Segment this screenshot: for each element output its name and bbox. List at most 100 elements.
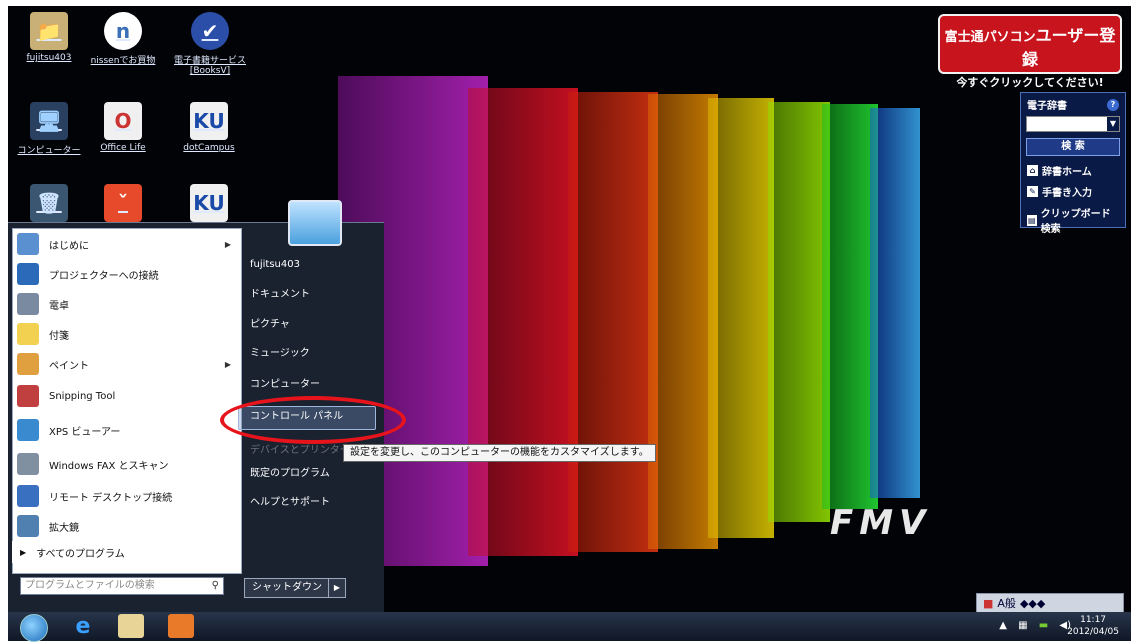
dictionary-item-label: 手書き入力 bbox=[1042, 188, 1092, 199]
books-service-icon: ✔ bbox=[191, 12, 229, 50]
folder-icon: 📁 bbox=[30, 12, 68, 50]
clipboard-search-link[interactable]: ▤ クリップボード検索 bbox=[1021, 202, 1125, 238]
program-item-xps-viewer[interactable]: XPS ビューアー bbox=[13, 415, 241, 445]
program-item-remote-desktop[interactable]: リモート デスクトップ接続 bbox=[13, 481, 241, 511]
desktop-icon-office-life[interactable]: O Office Life bbox=[88, 102, 158, 153]
power-icon[interactable]: ▬ bbox=[1039, 620, 1048, 631]
computer-icon: 🖥 bbox=[30, 102, 68, 140]
paint-icon bbox=[17, 353, 39, 375]
program-label: ペイント bbox=[49, 360, 89, 372]
notification-arrow-icon[interactable]: ▲ bbox=[999, 620, 1007, 631]
banner-main: ユーザー登録 bbox=[1021, 26, 1116, 69]
recycle-bin-icon: 🗑 bbox=[30, 184, 68, 222]
shutdown-options-arrow[interactable]: ▶ bbox=[328, 578, 346, 598]
desktop-icon-label: nissenでお買物 bbox=[90, 56, 156, 66]
chevron-down-icon[interactable]: ▼ bbox=[1107, 117, 1119, 131]
program-label: プロジェクターへの接続 bbox=[49, 270, 159, 282]
dictionary-home-link[interactable]: ⌂ 辞書ホーム bbox=[1021, 160, 1125, 181]
magnifier-icon bbox=[17, 515, 39, 537]
program-item-magnifier[interactable]: 拡大鏡 bbox=[13, 511, 241, 541]
taskbar: e ▲ ▦ ▬ ◀) 11:17 2012/04/05 bbox=[8, 612, 1131, 642]
pen-icon: ✎ bbox=[1027, 186, 1038, 197]
home-icon: ⌂ bbox=[1027, 165, 1038, 176]
system-tray: ▲ ▦ ▬ ◀) bbox=[999, 620, 1071, 631]
program-item-projector[interactable]: プロジェクターへの接続 bbox=[13, 259, 241, 289]
program-item-getting-started[interactable]: はじめに ▶ bbox=[13, 229, 241, 259]
glass-panel bbox=[468, 88, 578, 556]
glass-panel bbox=[870, 108, 920, 498]
ime-icon[interactable]: ■ bbox=[983, 597, 993, 610]
banner-line1: 富士通パソコンユーザー登録 bbox=[940, 22, 1120, 70]
calculator-icon bbox=[17, 293, 39, 315]
start-item-help-support[interactable]: ヘルプとサポート bbox=[250, 492, 370, 514]
internet-explorer-icon[interactable]: e bbox=[70, 614, 96, 639]
program-label: Snipping Tool bbox=[49, 390, 116, 402]
submenu-arrow-icon[interactable]: ▶ bbox=[225, 360, 231, 369]
desktop-icon-recycle-bin[interactable]: 🗑 bbox=[14, 184, 84, 225]
glass-panel bbox=[768, 102, 830, 522]
file-explorer-icon[interactable] bbox=[118, 614, 144, 638]
dictionary-title-text: 電子辞書 bbox=[1027, 101, 1067, 112]
taskbar-clock[interactable]: 11:17 2012/04/05 bbox=[1067, 614, 1119, 638]
user-picture-tile[interactable] bbox=[288, 200, 342, 246]
input-mode-label[interactable]: A般 bbox=[997, 595, 1016, 611]
dictionary-input[interactable]: ▼ bbox=[1026, 116, 1120, 132]
media-player-icon[interactable] bbox=[168, 614, 194, 638]
program-item-windows-fax[interactable]: Windows FAX とスキャン bbox=[13, 449, 241, 479]
handwriting-input-link[interactable]: ✎ 手書き入力 bbox=[1021, 181, 1125, 202]
all-programs-label: すべてのプログラム bbox=[36, 548, 125, 560]
office-life-icon: O bbox=[104, 102, 142, 140]
highlight-ellipse bbox=[220, 396, 406, 444]
remote-desktop-icon bbox=[17, 485, 39, 507]
program-item-calculator[interactable]: 電卓 bbox=[13, 289, 241, 319]
banner-line2: 今すぐクリックしてください! bbox=[956, 76, 1104, 89]
start-item-user-folder[interactable]: fujitsu403 bbox=[250, 254, 370, 276]
desktop-icon-computer[interactable]: 🖥 コンピューター bbox=[14, 102, 84, 156]
clock-date: 2012/04/05 bbox=[1067, 627, 1119, 637]
projector-icon bbox=[17, 263, 39, 285]
desktop-icon-user-folder[interactable]: 📁 fujitsu403 bbox=[14, 12, 84, 63]
ku-icon: KU bbox=[190, 184, 228, 222]
search-placeholder: プログラムとファイルの検索 bbox=[25, 580, 155, 591]
dictionary-search-button[interactable]: 検 索 bbox=[1026, 138, 1120, 156]
program-item-paint[interactable]: ペイント ▶ bbox=[13, 349, 241, 379]
desktop-icon-label: Office Life bbox=[100, 143, 146, 153]
ime-tools-icon[interactable]: ◆◆◆ bbox=[1020, 597, 1045, 610]
network-icon[interactable]: ▦ bbox=[1018, 620, 1027, 631]
desktop-icon-dotcampus[interactable]: KU dotCampus bbox=[174, 102, 244, 153]
all-programs-button[interactable]: ▶ すべてのプログラム bbox=[12, 541, 240, 563]
start-item-default-programs[interactable]: 既定のプログラム bbox=[250, 463, 370, 485]
language-bar[interactable]: ■ A般 ◆◆◆ bbox=[976, 593, 1124, 613]
program-label: Windows FAX とスキャン bbox=[49, 460, 169, 472]
dictionary-item-label: クリップボード検索 bbox=[1040, 209, 1111, 235]
shutdown-button[interactable]: シャットダウン bbox=[244, 578, 330, 598]
start-item-documents[interactable]: ドキュメント bbox=[250, 284, 370, 306]
start-item-music[interactable]: ミュージック bbox=[250, 343, 370, 365]
desktop-icon-app[interactable]: ˇ bbox=[88, 184, 158, 225]
clipboard-icon: ▤ bbox=[1027, 214, 1037, 226]
fmv-logo: FMV bbox=[830, 503, 932, 543]
start-button[interactable] bbox=[20, 614, 48, 642]
snipping-tool-icon bbox=[17, 385, 39, 407]
glass-panel bbox=[708, 98, 774, 538]
program-label: XPS ビューアー bbox=[49, 426, 121, 438]
search-icon[interactable]: ⚲ bbox=[212, 578, 219, 594]
clock-time: 11:17 bbox=[1080, 615, 1107, 625]
banner-prefix: 富士通パソコン bbox=[944, 30, 1036, 45]
submenu-arrow-icon[interactable]: ▶ bbox=[225, 240, 231, 249]
help-icon[interactable]: ? bbox=[1107, 98, 1119, 111]
desktop-icon-books[interactable]: ✔ 電子書籍サービス [BooksV] bbox=[168, 12, 252, 76]
desktop-icon-nissen[interactable]: n nissenでお買物 bbox=[88, 12, 158, 66]
program-item-sticky-notes[interactable]: 付箋 bbox=[13, 319, 241, 349]
desktop-icon-label: fujitsu403 bbox=[26, 53, 72, 63]
user-registration-banner[interactable]: 富士通パソコンユーザー登録 今すぐクリックしてください! bbox=[938, 14, 1122, 89]
program-label: 電卓 bbox=[49, 300, 69, 312]
start-item-computer[interactable]: コンピューター bbox=[250, 374, 370, 396]
desktop-icon-label: dotCampus bbox=[183, 143, 235, 153]
desktop-icon-ku[interactable]: KU bbox=[174, 184, 244, 225]
getting-started-icon bbox=[17, 233, 39, 255]
program-item-snipping-tool[interactable]: Snipping Tool bbox=[13, 381, 241, 411]
dictionary-title: 電子辞書 ? bbox=[1021, 93, 1125, 116]
start-item-pictures[interactable]: ピクチャ bbox=[250, 314, 370, 336]
start-search-input[interactable]: プログラムとファイルの検索 ⚲ bbox=[20, 577, 224, 595]
